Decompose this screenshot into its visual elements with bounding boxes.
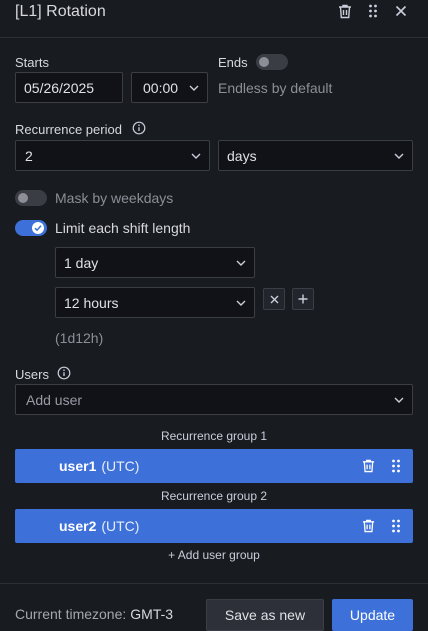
panel-title: [L1] Rotation <box>15 3 106 20</box>
drag-handle-icon[interactable] <box>364 2 382 20</box>
check-icon <box>32 222 44 234</box>
add-user-group-link[interactable]: + Add user group <box>0 548 428 562</box>
ends-label: Ends <box>218 55 248 70</box>
recurrence-value-select[interactable]: 2 <box>15 140 210 171</box>
recurrence-unit: days <box>227 147 257 164</box>
update-button[interactable]: Update <box>332 599 413 631</box>
drag-handle-icon[interactable] <box>388 457 404 475</box>
trash-icon[interactable] <box>336 2 354 20</box>
start-date-input[interactable]: 05/26/2025 <box>15 72 123 103</box>
user-timezone: (UTC) <box>101 518 140 534</box>
trash-icon[interactable] <box>360 517 376 535</box>
info-icon[interactable] <box>57 366 71 380</box>
timezone-value: GMT-3 <box>130 606 174 622</box>
shift-days-value: 1 day <box>64 254 99 271</box>
info-icon[interactable] <box>132 121 146 135</box>
recurrence-group-label: Recurrence group 2 <box>160 489 268 503</box>
chevron-down-icon <box>189 85 199 91</box>
mask-weekdays-label: Mask by weekdays <box>55 190 174 206</box>
drag-handle-icon[interactable] <box>388 517 404 535</box>
chevron-down-icon <box>394 153 404 159</box>
start-date-value: 05/26/2025 <box>24 79 95 96</box>
add-duration-button[interactable] <box>292 288 314 310</box>
starts-label: Starts <box>15 55 49 70</box>
shift-days-select[interactable]: 1 day <box>55 247 255 278</box>
chevron-down-icon <box>236 300 246 306</box>
users-label: Users <box>15 367 49 382</box>
mask-weekdays-toggle[interactable] <box>15 190 47 206</box>
save-as-new-button[interactable]: Save as new <box>206 599 324 631</box>
close-icon <box>270 295 279 304</box>
close-icon[interactable] <box>392 2 410 20</box>
chevron-down-icon <box>191 153 201 159</box>
rotation-panel: [L1] Rotation Starts 05/26/2025 00:00 En… <box>0 0 428 631</box>
user-row[interactable]: user2 (UTC) <box>15 509 413 543</box>
chevron-down-icon <box>394 397 404 403</box>
add-user-select[interactable]: Add user <box>15 384 413 415</box>
add-user-placeholder: Add user <box>26 391 83 408</box>
shift-summary: (1d12h) <box>55 330 104 346</box>
recurrence-label: Recurrence period <box>15 122 122 137</box>
user-name: user2 <box>59 518 97 534</box>
user-timezone: (UTC) <box>101 458 140 474</box>
chevron-down-icon <box>236 260 246 266</box>
start-time-value: 00:00 <box>143 79 179 96</box>
header-divider <box>0 37 428 38</box>
ends-toggle[interactable] <box>256 54 288 70</box>
user-name: user1 <box>59 458 97 474</box>
limit-shift-label: Limit each shift length <box>55 220 191 236</box>
timezone-label: Current timezone: <box>15 606 127 622</box>
current-timezone: Current timezone: GMT-3 <box>15 606 173 622</box>
plus-icon <box>298 294 308 304</box>
user-row[interactable]: user1 (UTC) <box>15 449 413 483</box>
limit-shift-toggle[interactable] <box>15 220 47 236</box>
remove-duration-button[interactable] <box>263 288 285 310</box>
footer-divider <box>0 583 428 584</box>
ends-text: Endless by default <box>218 80 333 96</box>
shift-hours-value: 12 hours <box>64 294 119 311</box>
trash-icon[interactable] <box>360 457 376 475</box>
start-time-select[interactable]: 00:00 <box>131 72 208 103</box>
recurrence-unit-select[interactable]: days <box>218 140 413 171</box>
recurrence-group-label: Recurrence group 1 <box>160 429 268 443</box>
recurrence-value: 2 <box>25 147 33 164</box>
shift-hours-select[interactable]: 12 hours <box>55 287 255 318</box>
